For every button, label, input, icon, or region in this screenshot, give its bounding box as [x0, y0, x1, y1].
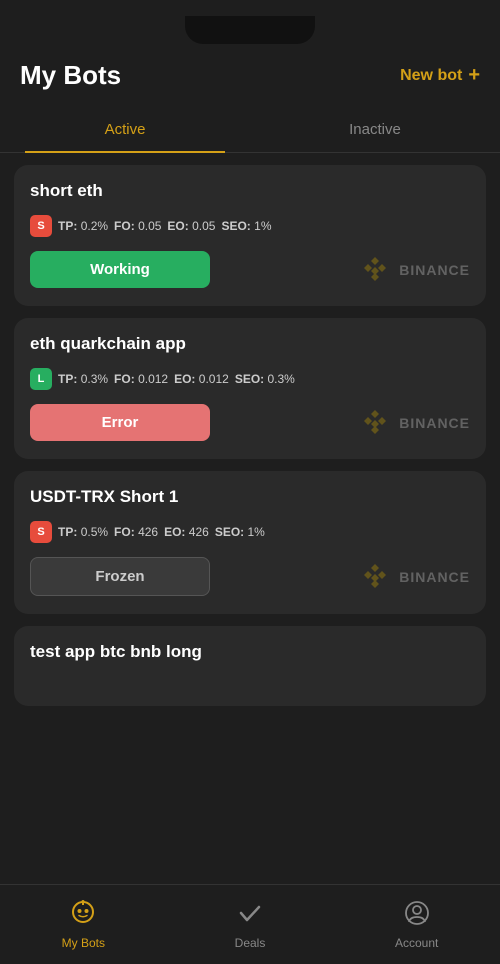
- bot-footer-2: Frozen BINANCE: [30, 557, 470, 596]
- bot-badge-2: S: [30, 521, 52, 543]
- exchange-name-2: BINANCE: [399, 569, 470, 585]
- notch-area: [0, 0, 500, 50]
- new-bot-label: New bot: [400, 67, 462, 85]
- bot-seo-label-1: SEO: 0.3%: [235, 372, 295, 386]
- bot-status-button-1[interactable]: Error: [30, 404, 210, 441]
- bot-tp-label-0: TP: 0.2%: [58, 219, 108, 233]
- bot-card-1[interactable]: eth quarkchain app L TP: 0.3% FO: 0.012 …: [14, 318, 486, 459]
- exchange-logo-2: BINANCE: [359, 561, 470, 593]
- header: My Bots New bot +: [0, 50, 500, 107]
- bot-status-button-0[interactable]: Working: [30, 251, 210, 288]
- notch: [185, 16, 315, 44]
- bot-name-2: USDT-TRX Short 1: [30, 487, 470, 507]
- binance-icon-0: [359, 254, 391, 286]
- bot-fo-label-1: FO: 0.012: [114, 372, 168, 386]
- account-icon: [404, 900, 430, 932]
- bot-card-3[interactable]: test app btc bnb long: [14, 626, 486, 706]
- nav-account[interactable]: Account: [333, 890, 500, 960]
- check-icon: [237, 900, 263, 932]
- nav-account-label: Account: [395, 936, 438, 950]
- tabs-container: Active Inactive: [0, 107, 500, 153]
- tab-active[interactable]: Active: [0, 107, 250, 152]
- bot-name-3: test app btc bnb long: [30, 642, 470, 662]
- exchange-logo-1: BINANCE: [359, 407, 470, 439]
- robot-icon: [70, 899, 96, 932]
- bot-badge-1: L: [30, 368, 52, 390]
- exchange-name-1: BINANCE: [399, 415, 470, 431]
- bot-card-2[interactable]: USDT-TRX Short 1 S TP: 0.5% FO: 426 EO: …: [14, 471, 486, 614]
- bot-name-1: eth quarkchain app: [30, 334, 470, 354]
- bot-footer-1: Error BINANCE: [30, 404, 470, 441]
- new-bot-button[interactable]: New bot +: [400, 64, 480, 87]
- bot-badge-0: S: [30, 215, 52, 237]
- bots-list: short eth S TP: 0.2% FO: 0.05 EO: 0.05 S…: [0, 153, 500, 884]
- bot-eo-label-1: EO: 0.012: [174, 372, 229, 386]
- phone-wrapper: My Bots New bot + Active Inactive short …: [0, 0, 500, 964]
- nav-deals[interactable]: Deals: [167, 890, 334, 960]
- bot-fo-label-2: FO: 426: [114, 525, 158, 539]
- bot-status-button-2[interactable]: Frozen: [30, 557, 210, 596]
- bot-tp-label-1: TP: 0.3%: [58, 372, 108, 386]
- bot-seo-label-2: SEO: 1%: [215, 525, 265, 539]
- bot-eo-label-2: EO: 426: [164, 525, 209, 539]
- bot-tp-label-2: TP: 0.5%: [58, 525, 108, 539]
- new-bot-plus-icon: +: [468, 64, 480, 87]
- exchange-logo-0: BINANCE: [359, 254, 470, 286]
- exchange-name-0: BINANCE: [399, 262, 470, 278]
- bot-params-1: L TP: 0.3% FO: 0.012 EO: 0.012 SEO: 0.3%: [30, 368, 470, 390]
- nav-my-bots-label: My Bots: [62, 936, 105, 950]
- tab-inactive[interactable]: Inactive: [250, 107, 500, 152]
- bot-footer-0: Working BINANCE: [30, 251, 470, 288]
- nav-deals-label: Deals: [235, 936, 266, 950]
- bot-params-2: S TP: 0.5% FO: 426 EO: 426 SEO: 1%: [30, 521, 470, 543]
- bot-seo-label-0: SEO: 1%: [221, 219, 271, 233]
- nav-my-bots[interactable]: My Bots: [0, 889, 167, 960]
- bot-params-0: S TP: 0.2% FO: 0.05 EO: 0.05 SEO: 1%: [30, 215, 470, 237]
- binance-icon-2: [359, 561, 391, 593]
- binance-icon-1: [359, 407, 391, 439]
- bot-eo-label-0: EO: 0.05: [167, 219, 215, 233]
- bot-fo-label-0: FO: 0.05: [114, 219, 161, 233]
- bottom-nav: My Bots Deals Account: [0, 884, 500, 964]
- page-title: My Bots: [20, 60, 121, 91]
- bot-name-0: short eth: [30, 181, 470, 201]
- bot-card-0[interactable]: short eth S TP: 0.2% FO: 0.05 EO: 0.05 S…: [14, 165, 486, 306]
